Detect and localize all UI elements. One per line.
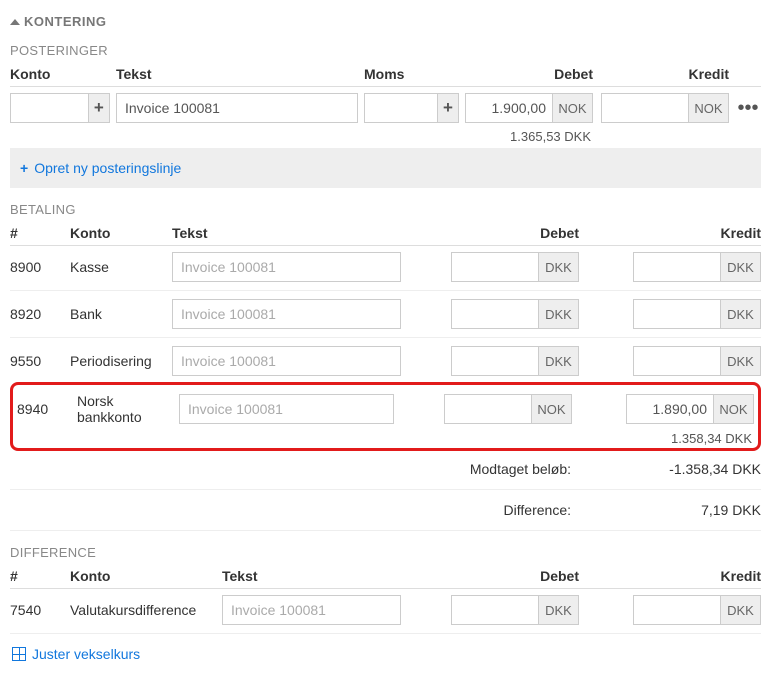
row-num: 7540 bbox=[10, 602, 64, 618]
hdr-num: # bbox=[10, 225, 64, 241]
currency-badge: NOK bbox=[689, 93, 729, 123]
currency-badge: DKK bbox=[721, 346, 761, 376]
row-konto: Valutakursdifference bbox=[70, 602, 216, 618]
hdr-konto: Konto bbox=[10, 66, 110, 82]
converted-amount: 1.365,53 DKK bbox=[10, 129, 761, 144]
debet-input[interactable] bbox=[465, 93, 553, 123]
hdr-num: # bbox=[10, 568, 64, 584]
adjust-rate-link[interactable]: Juster vekselkurs bbox=[12, 646, 761, 662]
tekst-input[interactable] bbox=[172, 299, 401, 329]
section-header[interactable]: KONTERING bbox=[10, 14, 761, 29]
highlighted-payment-row: 8940 Norsk bankkonto NOK NOK 1.358,34 DK… bbox=[10, 382, 761, 451]
debet-input[interactable] bbox=[451, 299, 539, 329]
currency-badge: DKK bbox=[539, 299, 579, 329]
hdr-moms: Moms bbox=[364, 66, 459, 82]
table-icon bbox=[12, 647, 26, 661]
konto-input[interactable] bbox=[10, 93, 88, 123]
tekst-input[interactable] bbox=[179, 394, 394, 424]
hdr-tekst: Tekst bbox=[222, 568, 401, 584]
hdr-kredit: Kredit bbox=[585, 568, 761, 584]
row-num: 9550 bbox=[10, 353, 64, 369]
add-posting-label: Opret ny posteringslinje bbox=[34, 160, 181, 176]
konto-add-button[interactable]: + bbox=[88, 93, 110, 123]
currency-badge: DKK bbox=[721, 252, 761, 282]
row-num: 8940 bbox=[17, 401, 71, 417]
currency-badge: DKK bbox=[539, 346, 579, 376]
difference-header-row: # Konto Tekst Debet Kredit bbox=[10, 564, 761, 588]
summary-value: 7,19 DKK bbox=[601, 502, 761, 518]
hdr-kredit: Kredit bbox=[599, 66, 729, 82]
currency-badge: DKK bbox=[539, 252, 579, 282]
debet-input[interactable] bbox=[444, 394, 532, 424]
summary-value: -1.358,34 DKK bbox=[601, 461, 761, 477]
summary-row: Modtaget beløb: -1.358,34 DKK bbox=[10, 453, 761, 485]
moms-input[interactable] bbox=[364, 93, 437, 123]
hdr-debet: Debet bbox=[407, 568, 579, 584]
row-konto: Periodisering bbox=[70, 353, 166, 369]
moms-add-button[interactable]: + bbox=[437, 93, 459, 123]
tekst-input[interactable] bbox=[172, 252, 401, 282]
kredit-input[interactable] bbox=[633, 299, 721, 329]
hdr-kredit: Kredit bbox=[585, 225, 761, 241]
debet-input[interactable] bbox=[451, 346, 539, 376]
kredit-input[interactable] bbox=[626, 394, 714, 424]
summary-label: Difference: bbox=[401, 502, 601, 518]
row-menu-button[interactable]: ••• bbox=[737, 97, 758, 119]
payment-row: 8920 Bank DKK DKK bbox=[10, 295, 761, 333]
summary-label: Modtaget beløb: bbox=[401, 461, 601, 477]
debet-input[interactable] bbox=[451, 595, 539, 625]
row-num: 8900 bbox=[10, 259, 64, 275]
posteringer-title: POSTERINGER bbox=[10, 43, 761, 58]
kredit-input[interactable] bbox=[633, 595, 721, 625]
tekst-input[interactable] bbox=[172, 346, 401, 376]
currency-badge: DKK bbox=[539, 595, 579, 625]
posteringer-header-row: Konto Tekst Moms Debet Kredit bbox=[10, 62, 761, 86]
adjust-rate-label: Juster vekselkurs bbox=[32, 646, 140, 662]
kredit-input[interactable] bbox=[601, 93, 689, 123]
debet-input[interactable] bbox=[451, 252, 539, 282]
section-title: KONTERING bbox=[24, 14, 107, 29]
hdr-konto: Konto bbox=[70, 568, 216, 584]
summary-row: Difference: 7,19 DKK bbox=[10, 494, 761, 526]
posting-row: + + NOK NOK ••• bbox=[10, 89, 761, 127]
row-num: 8920 bbox=[10, 306, 64, 322]
betaling-header-row: # Konto Tekst Debet Kredit bbox=[10, 221, 761, 245]
hdr-debet: Debet bbox=[407, 225, 579, 241]
tekst-input[interactable] bbox=[116, 93, 358, 123]
payment-row: 9550 Periodisering DKK DKK bbox=[10, 342, 761, 380]
difference-title: DIFFERENCE bbox=[10, 545, 761, 560]
hdr-konto: Konto bbox=[70, 225, 166, 241]
betaling-title: BETALING bbox=[10, 202, 761, 217]
currency-badge: NOK bbox=[553, 93, 593, 123]
add-posting-line[interactable]: + Opret ny posteringslinje bbox=[10, 148, 761, 188]
kredit-input[interactable] bbox=[633, 252, 721, 282]
row-konto: Bank bbox=[70, 306, 166, 322]
difference-row: 7540 Valutakursdifference DKK DKK bbox=[10, 591, 761, 629]
plus-icon: + bbox=[443, 98, 453, 118]
converted-amount: 1.358,34 DKK bbox=[17, 431, 754, 446]
currency-badge: DKK bbox=[721, 299, 761, 329]
hdr-tekst: Tekst bbox=[116, 66, 358, 82]
currency-badge: NOK bbox=[532, 394, 572, 424]
kredit-input[interactable] bbox=[633, 346, 721, 376]
payment-row: 8900 Kasse DKK DKK bbox=[10, 248, 761, 286]
caret-up-icon bbox=[10, 19, 20, 25]
plus-icon: + bbox=[94, 98, 104, 118]
plus-icon: + bbox=[20, 160, 28, 176]
currency-badge: DKK bbox=[721, 595, 761, 625]
hdr-tekst: Tekst bbox=[172, 225, 401, 241]
hdr-debet: Debet bbox=[465, 66, 593, 82]
row-konto: Norsk bankkonto bbox=[77, 393, 173, 425]
currency-badge: NOK bbox=[714, 394, 754, 424]
tekst-input[interactable] bbox=[222, 595, 401, 625]
row-konto: Kasse bbox=[70, 259, 166, 275]
